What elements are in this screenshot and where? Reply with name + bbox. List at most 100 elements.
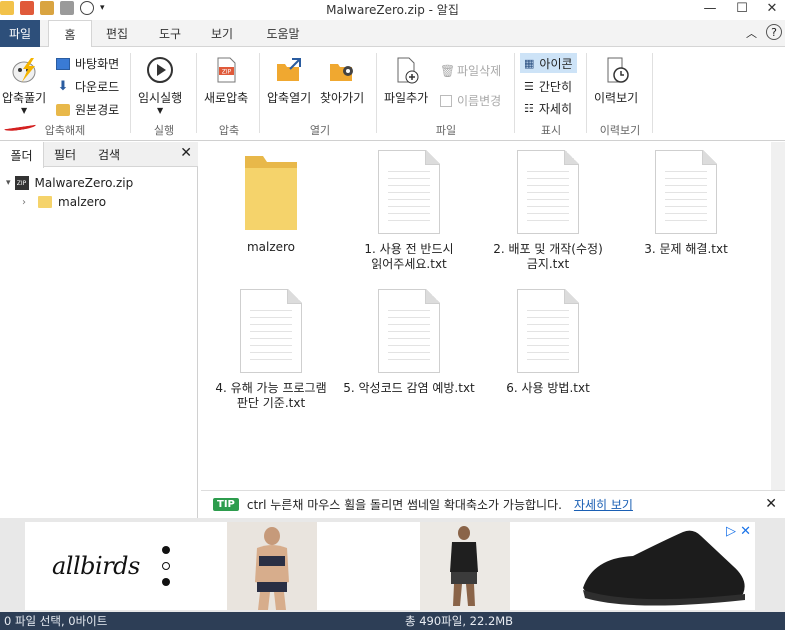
- list-icon: ☰: [524, 79, 534, 93]
- doc-text-line: [527, 310, 569, 311]
- extract-button[interactable]: 압축풀기 ▼: [2, 55, 46, 115]
- carousel-dot[interactable]: [162, 546, 170, 554]
- tab-home[interactable]: 홈: [48, 20, 92, 48]
- delete-file-button[interactable]: 🗑 파일삭제: [440, 62, 501, 79]
- add-file-button[interactable]: 파일추가: [384, 55, 428, 106]
- zip-file-icon: ZIP: [217, 57, 236, 83]
- tab-view[interactable]: 보기: [200, 20, 244, 47]
- vertical-scrollbar[interactable]: [771, 142, 785, 490]
- tab-tools[interactable]: 도구: [148, 20, 192, 47]
- doc-text-line: [665, 199, 707, 200]
- ad-banner[interactable]: allbirds ▷ ✕: [0, 518, 785, 612]
- group-label-extract: 압축해제: [44, 124, 86, 137]
- extract-dropdown-icon[interactable]: ▼: [21, 106, 27, 115]
- group-label-view: 표시: [540, 124, 562, 137]
- doc-text-line: [665, 192, 707, 193]
- doc-text-line: [527, 199, 569, 200]
- temp-run-dropdown-icon[interactable]: ▼: [157, 106, 163, 115]
- ad-brand-logo[interactable]: allbirds: [52, 552, 140, 580]
- pane-tab-folder[interactable]: 폴더: [0, 142, 44, 168]
- history-button[interactable]: 이력보기: [594, 55, 638, 106]
- ad-image-model[interactable]: [227, 522, 317, 610]
- doc-text-line: [388, 199, 430, 200]
- download-arrow-icon: ⬇: [57, 79, 69, 94]
- rename-button[interactable]: 이름변경: [440, 92, 501, 109]
- doc-text-line: [527, 338, 569, 339]
- doc-text-line: [665, 213, 707, 214]
- group-label-compress: 압축: [218, 124, 240, 137]
- temp-run-label: 임시실행: [138, 91, 183, 105]
- find-location-button[interactable]: 찾아가기: [320, 55, 364, 106]
- extract-downloads-button[interactable]: ⬇ 다운로드: [56, 78, 120, 95]
- view-icon-label: 아이콘: [539, 56, 573, 71]
- collapse-chevron-icon[interactable]: ▾: [6, 178, 11, 188]
- tip-badge: TIP: [213, 498, 239, 511]
- group-separator: [259, 53, 260, 133]
- ribbon-tab-row: 파일 홈 편집 도구 보기 도움말 ︿ ?: [0, 20, 785, 48]
- file-item-txt[interactable]: 2. 배포 및 개작(수정) 금지.txt: [478, 150, 618, 272]
- doc-text-line: [250, 310, 292, 311]
- doc-text-line: [388, 310, 430, 311]
- tab-help[interactable]: 도움말: [258, 20, 308, 47]
- tree-item-malzero[interactable]: › malzero: [22, 195, 106, 209]
- ad-content[interactable]: allbirds ▷ ✕: [25, 522, 755, 610]
- extract-original-path-button[interactable]: 원본경로: [56, 101, 119, 118]
- minimize-button[interactable]: —: [695, 0, 725, 17]
- folder-icon: [245, 156, 297, 230]
- doc-text-line: [527, 345, 569, 346]
- extract-archive-icon: [12, 58, 36, 83]
- ad-image-model[interactable]: [420, 522, 510, 610]
- tip-more-link[interactable]: 자세히 보기: [574, 496, 633, 513]
- temp-run-button[interactable]: 임시실행 ▼: [138, 55, 182, 115]
- open-folder-icon: [277, 58, 302, 81]
- doc-text-line: [388, 345, 430, 346]
- doc-text-line: [665, 171, 707, 172]
- help-icon[interactable]: ?: [766, 24, 782, 40]
- pane-close-icon[interactable]: ✕: [180, 145, 192, 161]
- doc-text-line: [527, 317, 569, 318]
- close-button[interactable]: ✕: [757, 0, 785, 17]
- expand-chevron-icon[interactable]: ›: [22, 197, 26, 208]
- collapse-ribbon-icon[interactable]: ︿: [746, 25, 757, 41]
- file-item-txt[interactable]: 6. 사용 방법.txt: [478, 289, 618, 396]
- view-icon-option[interactable]: ▦ 아이콘: [520, 53, 577, 73]
- original-path-label: 원본경로: [75, 103, 120, 117]
- file-item-txt[interactable]: 4. 유해 가능 프로그램 판단 기준.txt: [201, 289, 341, 411]
- file-name: 2. 배포 및 개작(수정) 금지.txt: [493, 242, 603, 271]
- group-label-open: 열기: [309, 124, 331, 137]
- pane-tab-search[interactable]: 검색: [86, 142, 132, 167]
- doc-text-line: [388, 331, 430, 332]
- view-detail-option[interactable]: ☷ 자세히: [520, 98, 576, 118]
- ribbon-home: 압축풀기 ▼ 바탕화면 ⬇ 다운로드 원본경로 압축해제 임시실행 ▼ 실행 Z…: [0, 47, 785, 141]
- view-detail-label: 자세히: [538, 101, 572, 116]
- file-item-txt[interactable]: 1. 사용 전 반드시 읽어주세요.txt: [339, 150, 479, 272]
- tip-close-icon[interactable]: ✕: [765, 496, 777, 512]
- text-file-icon: [378, 289, 440, 373]
- doc-text-line: [665, 178, 707, 179]
- maximize-button[interactable]: ☐: [727, 0, 757, 17]
- file-item-txt[interactable]: 3. 문제 해결.txt: [616, 150, 756, 257]
- rename-icon: [440, 94, 452, 107]
- group-separator: [586, 53, 587, 133]
- doc-text-line: [250, 352, 292, 353]
- open-archive-button[interactable]: 압축열기: [267, 55, 311, 106]
- file-name: 4. 유해 가능 프로그램 판단 기준.txt: [215, 381, 327, 410]
- carousel-dot[interactable]: [162, 578, 170, 586]
- doc-text-line: [527, 171, 569, 172]
- status-bar: 0 파일 선택, 0바이트 총 490파일, 22.2MB: [0, 612, 785, 630]
- extract-desktop-button[interactable]: 바탕화면: [56, 55, 119, 72]
- carousel-dot[interactable]: [162, 562, 170, 570]
- doc-text-line: [665, 220, 707, 221]
- doc-text-line: [527, 324, 569, 325]
- tab-edit[interactable]: 편집: [96, 20, 138, 47]
- ad-close-icon[interactable]: ▷ ✕: [726, 524, 751, 539]
- tip-bar: TIP ctrl 누른채 마우스 휠을 돌리면 썸네일 확대축소가 가능합니다.…: [201, 490, 785, 518]
- new-compress-button[interactable]: ZIP 새로압축: [204, 55, 248, 106]
- doc-text-line: [388, 178, 430, 179]
- file-item-folder[interactable]: malzero: [201, 152, 341, 255]
- pane-tab-filter[interactable]: 필터: [44, 142, 86, 167]
- view-simple-option[interactable]: ☰ 간단히: [520, 76, 576, 96]
- file-item-txt[interactable]: 5. 악성코드 감염 예방.txt: [339, 289, 479, 396]
- tab-file[interactable]: 파일: [0, 20, 40, 47]
- tree-root[interactable]: ▾ ZIP MalwareZero.zip: [6, 176, 133, 190]
